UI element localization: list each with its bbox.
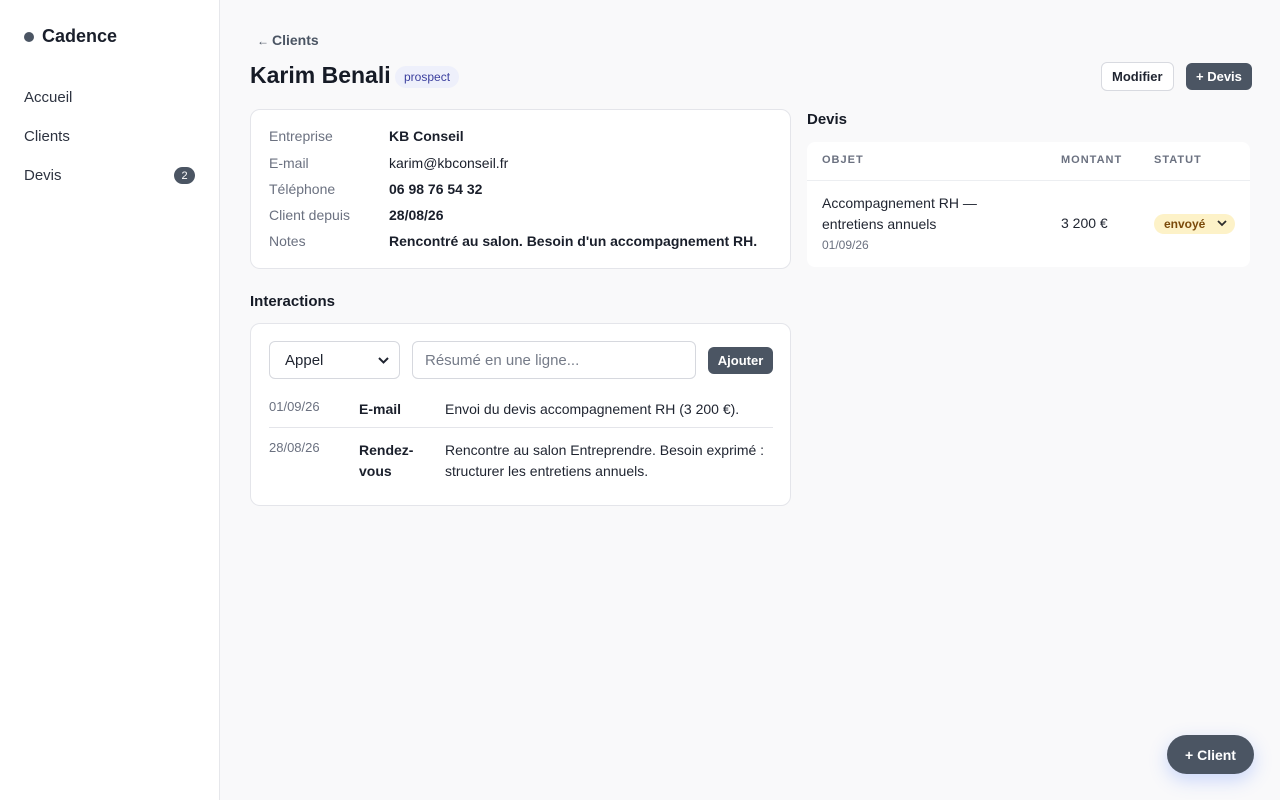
- interaction-summary-input[interactable]: [412, 341, 696, 379]
- sidebar: Cadence Accueil Clients Devis 2: [0, 0, 220, 800]
- info-value: 06 98 76 54 32: [389, 181, 483, 197]
- sidebar-item-label: Clients: [24, 128, 70, 145]
- info-row-notes: Notes Rencontré au salon. Besoin d'un ac…: [269, 233, 757, 249]
- column-header-object: OBJET: [822, 154, 864, 166]
- add-quote-button[interactable]: + Devis: [1186, 63, 1252, 90]
- info-row-phone: Téléphone 06 98 76 54 32: [269, 181, 482, 197]
- back-link-label: Clients: [272, 32, 319, 48]
- devis-object[interactable]: Accompagnement RH — entretiens annuels: [822, 193, 1012, 235]
- interaction-date: 28/08/26: [269, 440, 320, 455]
- sidebar-item-devis[interactable]: Devis 2: [0, 156, 219, 195]
- sidebar-item-clients[interactable]: Clients: [0, 117, 219, 156]
- info-value: 28/08/26: [389, 207, 444, 223]
- interaction-kind: Rendez-vous: [359, 442, 414, 479]
- page-title: Karim Benali: [250, 62, 391, 88]
- brand-name: Cadence: [42, 26, 118, 46]
- info-label: Notes: [269, 233, 306, 249]
- info-row-company: Entreprise KB Conseil: [269, 128, 464, 144]
- chevron-down-icon: [1217, 216, 1227, 233]
- status-badge: prospect: [395, 66, 460, 88]
- brand[interactable]: Cadence: [24, 26, 117, 47]
- devis-table: OBJET MONTANT STATUT Accompagnement RH —…: [807, 142, 1250, 267]
- interactions-section-title: Interactions: [250, 293, 336, 310]
- interaction-text: Envoi du devis accompagnement RH (3 200 …: [445, 401, 740, 417]
- divider: [269, 427, 773, 428]
- chevron-down-icon: [378, 352, 389, 371]
- info-label: Client depuis: [269, 207, 350, 223]
- sidebar-nav: Accueil Clients Devis 2: [0, 78, 219, 195]
- add-interaction-button[interactable]: Ajouter: [708, 347, 773, 374]
- interaction-type-select[interactable]: Appel: [269, 341, 400, 379]
- devis-count-badge: 2: [174, 167, 195, 184]
- back-arrow-icon: ←: [257, 34, 269, 48]
- client-info-card: Entreprise KB Conseil E-mail karim@kbcon…: [250, 109, 791, 269]
- brand-dot-icon: [24, 31, 34, 42]
- info-value: KB Conseil: [389, 128, 464, 144]
- interaction-type-value: Appel: [285, 351, 324, 369]
- interaction-kind: E-mail: [359, 401, 402, 417]
- devis-status-select[interactable]: envoyé: [1154, 214, 1235, 234]
- add-client-fab[interactable]: + Client: [1167, 735, 1254, 774]
- interactions-card: Appel Ajouter 01/09/26 E-mail Envoi du d…: [250, 323, 791, 506]
- sidebar-item-accueil[interactable]: Accueil: [0, 78, 219, 117]
- info-label: Entreprise: [269, 128, 333, 144]
- info-value: Rencontré au salon. Besoin d'un accompag…: [389, 233, 758, 249]
- devis-status-value: envoyé: [1164, 217, 1206, 231]
- main-content: ← Clients Karim Benali prospect Modifier …: [220, 0, 1280, 800]
- info-row-email: E-mail karim@kbconseil.fr: [269, 155, 508, 171]
- info-label: E-mail: [269, 155, 309, 171]
- info-row-since: Client depuis 28/08/26: [269, 207, 444, 223]
- devis-amount: 3 200 €: [1061, 215, 1108, 231]
- divider: [807, 180, 1250, 181]
- info-value[interactable]: karim@kbconseil.fr: [389, 155, 508, 171]
- devis-date: 01/09/26: [822, 238, 869, 252]
- column-header-amount: MONTANT: [1061, 154, 1123, 166]
- info-label: Téléphone: [269, 181, 336, 197]
- sidebar-item-label: Devis: [24, 167, 62, 184]
- column-header-status: STATUT: [1154, 154, 1202, 166]
- back-to-clients-link[interactable]: ← Clients: [257, 32, 319, 48]
- interaction-date: 01/09/26: [269, 399, 320, 414]
- modify-button[interactable]: Modifier: [1101, 62, 1174, 91]
- interaction-text: Rencontre au salon Entreprendre. Besoin …: [445, 442, 765, 479]
- devis-section-title: Devis: [807, 111, 848, 128]
- sidebar-item-label: Accueil: [24, 89, 73, 106]
